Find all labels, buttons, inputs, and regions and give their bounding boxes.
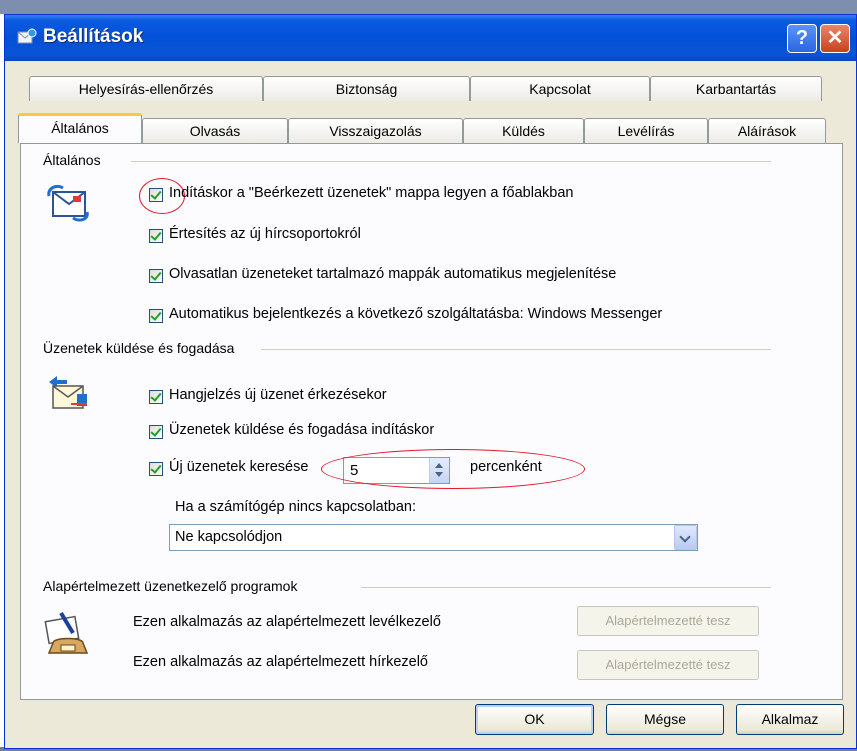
option-auto-login-label: Automatikus bejelentkezés a következő sz… [169, 306, 663, 322]
tab-panel-general: Általános Indításkor a "Beérkezett üzene… [20, 143, 843, 700]
option-new-newsgroups-label: Értesítés az új hírcsoportokról [169, 226, 361, 242]
option-sound-label: Hangjelzés új üzenet érkezésekor [169, 387, 387, 403]
set-default-news-button[interactable]: Alapértelmezetté tesz [577, 650, 759, 680]
tab-general[interactable]: Általános [18, 113, 142, 143]
section-divider [361, 587, 771, 588]
option-send-receive-startup-label: Üzenetek küldése és fogadása indításkor [169, 422, 435, 438]
tab-send[interactable]: Küldés [463, 118, 584, 143]
title-bar[interactable]: Beállítások ? ✕ [5, 15, 856, 61]
apply-button[interactable]: Alkalmaz [736, 704, 844, 735]
red-annotation-ellipse [321, 449, 585, 489]
window-title: Beállítások [43, 26, 144, 47]
tab-signatures[interactable]: Aláírások [708, 118, 826, 143]
send-receive-icon [49, 376, 87, 409]
tab-connection[interactable]: Kapcsolat [470, 76, 650, 101]
section-default-programs-label: Alapértelmezett üzenetkezelő programok [43, 578, 304, 594]
section-general-label: Általános [43, 152, 107, 168]
tab-maintenance[interactable]: Karbantartás [650, 76, 822, 101]
options-dialog: Beállítások ? ✕ Helyesírás-ellenőrzés Bi… [4, 14, 857, 749]
checkbox-send-receive-startup[interactable] [149, 425, 163, 439]
checkbox-unread-folders[interactable] [149, 269, 163, 283]
offline-select[interactable]: Ne kapcsolódjon [169, 524, 698, 551]
tab-compose[interactable]: Levélírás [584, 118, 708, 143]
default-news-text: Ezen alkalmazás az alapértelmezett hírke… [133, 654, 428, 670]
checkbox-open-inbox[interactable] [149, 188, 163, 202]
tab-read[interactable]: Olvasás [142, 118, 288, 143]
option-check-new-label: Új üzenetek keresése [169, 459, 309, 475]
chevron-down-icon[interactable] [674, 525, 697, 550]
mail-envelope-icon [47, 184, 89, 222]
tab-spelling[interactable]: Helyesírás-ellenőrzés [29, 76, 263, 101]
mail-phone-icon [44, 611, 89, 654]
ok-button[interactable]: OK [475, 704, 594, 735]
tab-security[interactable]: Biztonság [263, 76, 470, 101]
offline-label: Ha a számítógép nincs kapcsolatban: [175, 499, 416, 515]
tab-receipts[interactable]: Visszaigazolás [288, 118, 463, 143]
background-strip [0, 0, 857, 14]
option-unread-folders-label: Olvasatlan üzeneteket tartalmazó mappák … [169, 266, 617, 282]
default-mail-text: Ezen alkalmazás az alapértelmezett levél… [133, 614, 441, 630]
section-send-receive-label: Üzenetek küldése és fogadása [43, 340, 241, 356]
cancel-button[interactable]: Mégse [606, 704, 724, 735]
outlook-express-icon [17, 28, 37, 44]
checkbox-check-new[interactable] [149, 462, 163, 476]
checkbox-auto-login[interactable] [149, 309, 163, 323]
close-button[interactable]: ✕ [820, 24, 850, 53]
checkbox-sound[interactable] [149, 390, 163, 404]
help-button[interactable]: ? [787, 24, 817, 53]
section-divider [131, 161, 771, 162]
option-open-inbox-label: Indításkor a "Beérkezett üzenetek" mappa… [169, 185, 574, 201]
checkbox-new-newsgroups[interactable] [149, 229, 163, 243]
set-default-mail-button[interactable]: Alapértelmezetté tesz [577, 606, 759, 636]
section-divider [261, 349, 771, 350]
